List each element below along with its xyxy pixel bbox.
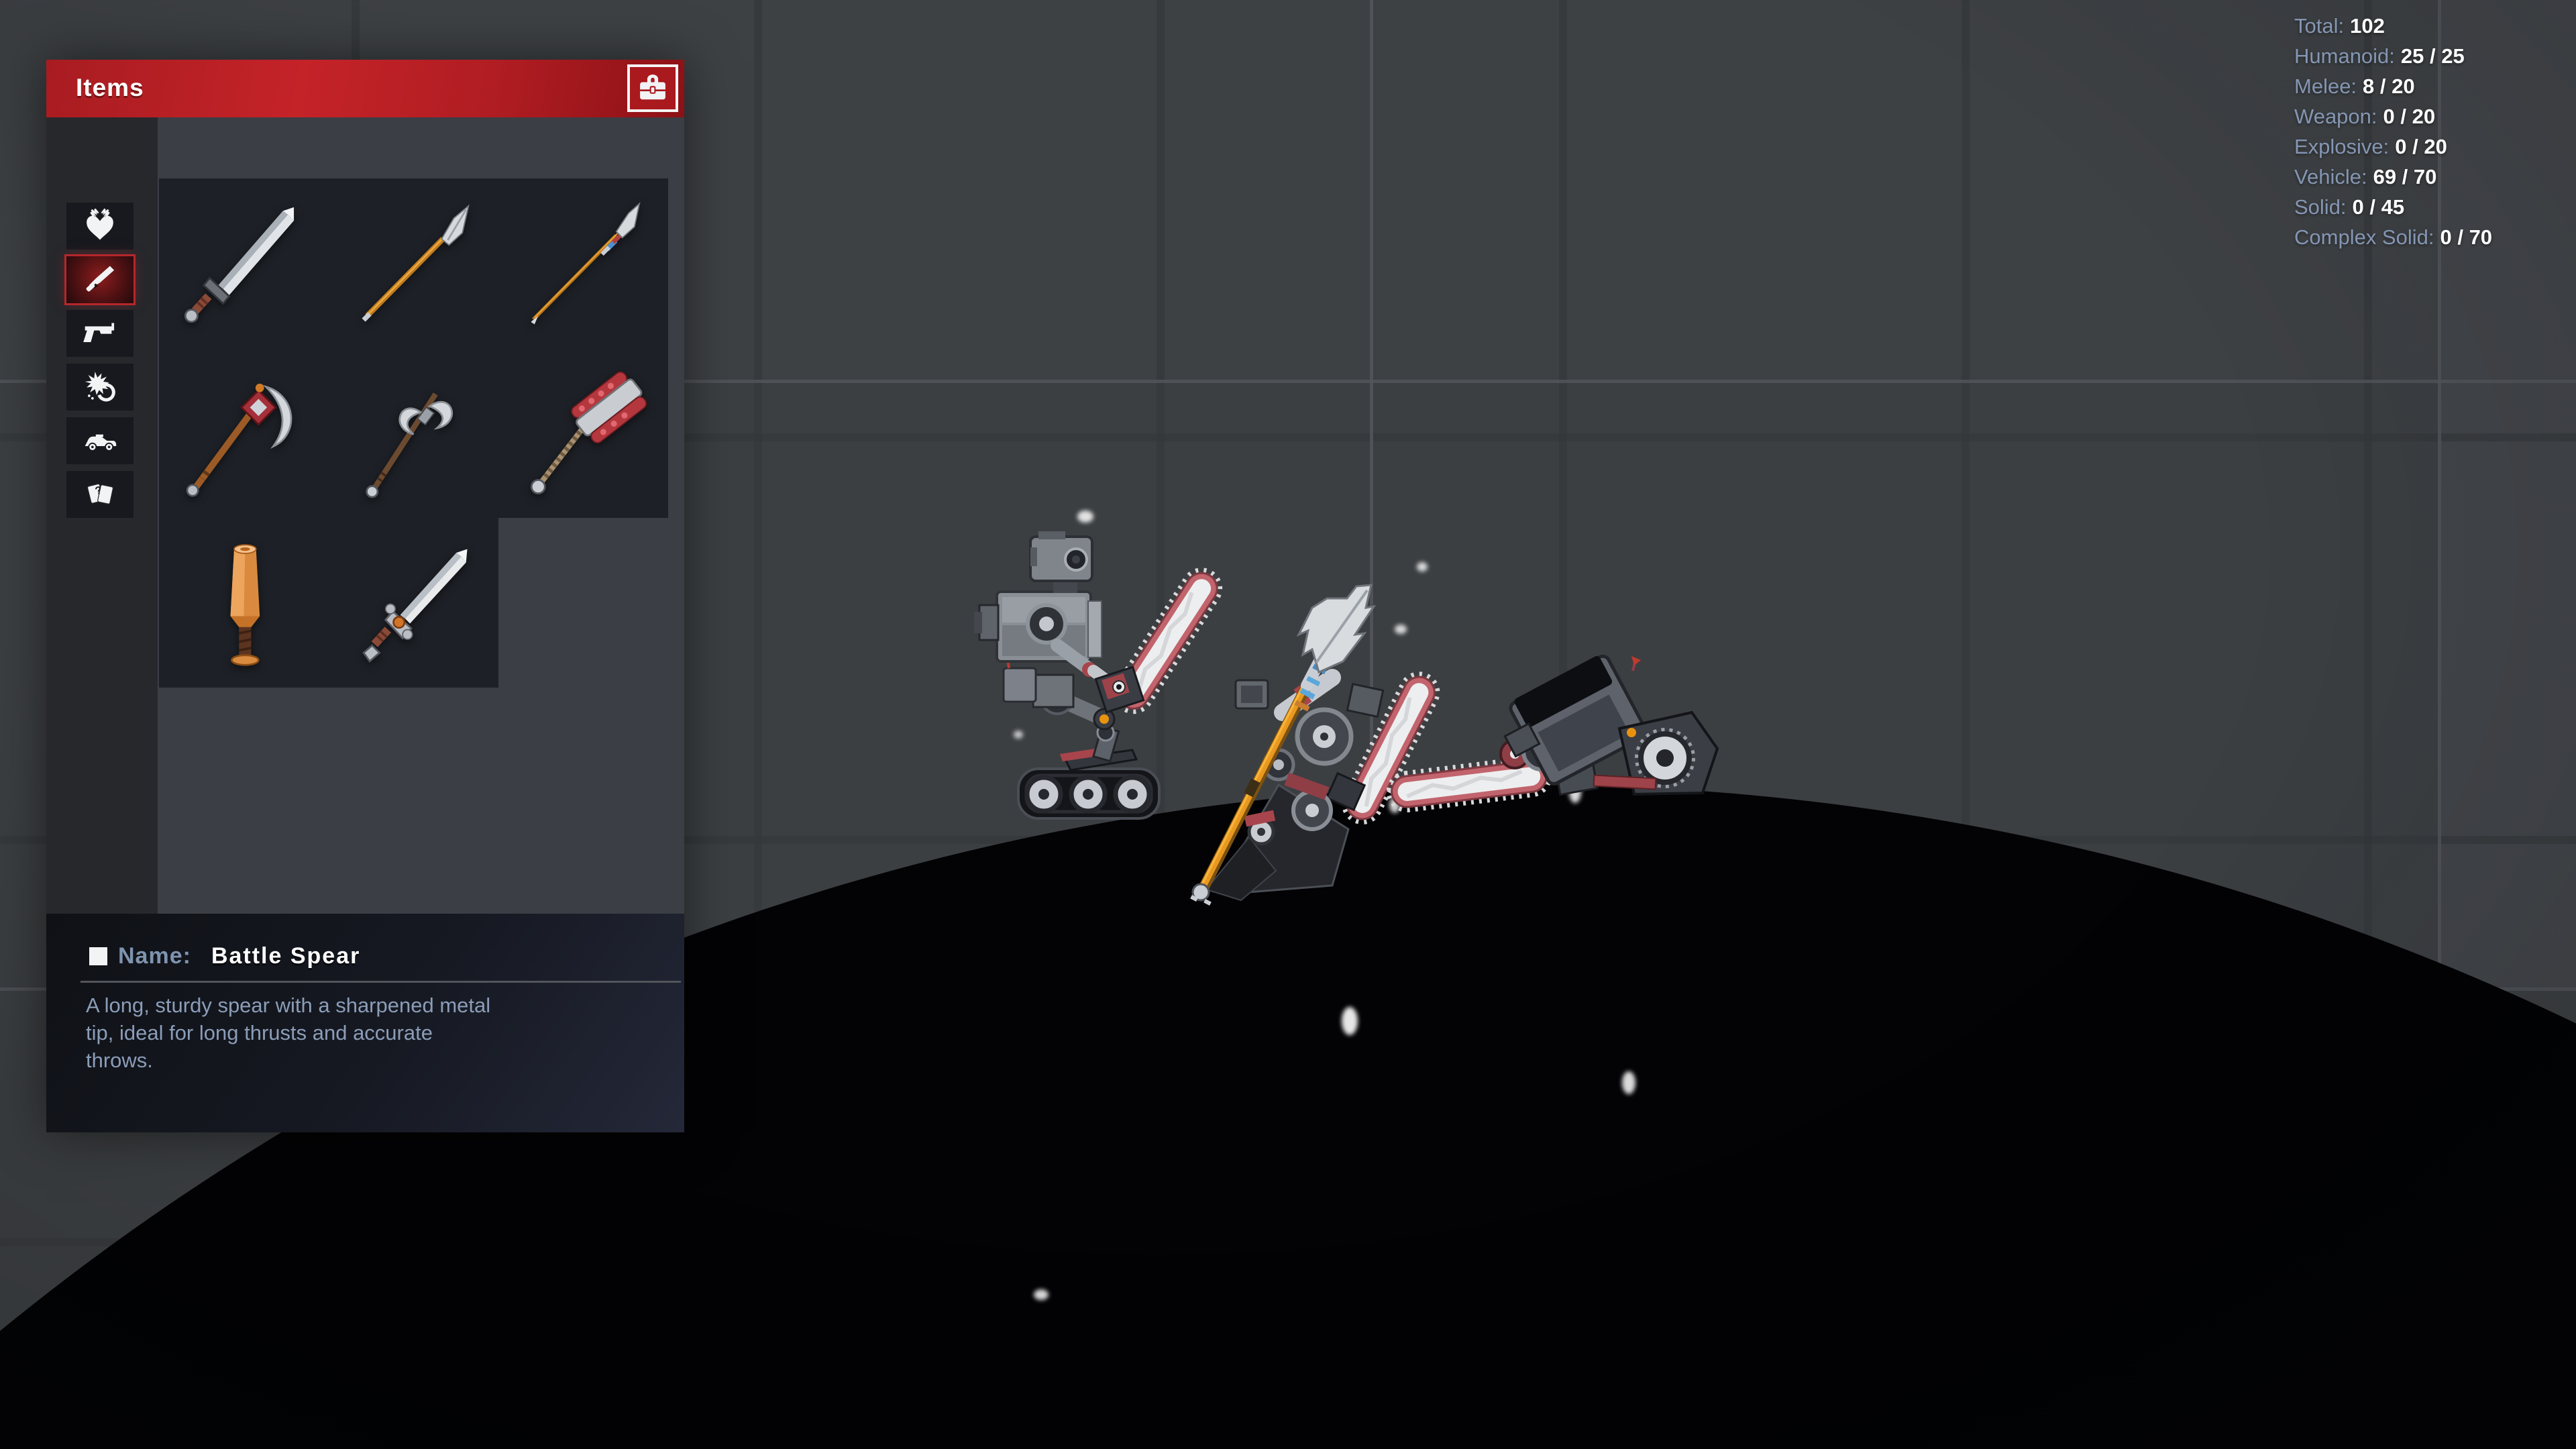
object-count-stats: Total:102 Humanoid:25 / 25 Melee:8 / 20 … [2294,11,2492,252]
item-description: A long, sturdy spear with a sharpened me… [86,991,669,1074]
item-slot-short-sword[interactable] [329,518,498,688]
item-slot-wooden-bat[interactable] [159,518,329,688]
window-title: Items [76,74,144,102]
chainsaw-left [1095,564,1226,718]
name-label: Name: [118,943,191,969]
stat-line: Melee:8 / 20 [2294,71,2492,101]
cards-icon: ? [79,476,121,513]
item-slot-battle-spear[interactable] [498,178,668,348]
items-window-body: ? [46,117,684,914]
spear-icon [337,186,491,341]
longsword-icon [167,186,321,341]
stat-line: Complex Solid:0 / 70 [2294,222,2492,252]
item-slot-longsword[interactable] [159,178,329,348]
category-sidebar: ? [46,117,158,914]
war-hammer-icon [506,356,661,511]
explosion-icon [79,369,121,405]
category-misc[interactable]: ? [66,471,133,518]
battle-axe-icon [167,356,321,511]
item-slot-spear[interactable] [329,178,498,348]
item-detail-panel: Name: Battle Spear A long, sturdy spear … [46,914,684,1132]
stat-line: Vehicle:69 / 70 [2294,162,2492,192]
tracked-robot-left[interactable] [974,531,1226,818]
double-axe-icon [337,356,491,511]
category-living[interactable] [66,203,133,250]
heart-wings-icon [79,208,121,244]
items-window-header: Items [46,60,684,117]
item-slot-battle-axe[interactable] [159,348,329,518]
category-firearms[interactable] [66,310,133,357]
detail-divider [80,981,681,983]
stat-line: Total:102 [2294,11,2492,41]
tread-wheels [1027,777,1149,811]
item-name-value: Battle Spear [211,943,360,969]
items-window: Items [46,60,684,1132]
category-explosives[interactable] [66,364,133,411]
item-slot-war-hammer[interactable] [498,348,668,518]
stat-line: Weapon:0 / 20 [2294,101,2492,131]
item-slot-double-axe[interactable] [329,348,498,518]
robot-head [1030,531,1092,581]
short-sword-icon [337,526,491,680]
category-melee[interactable] [66,256,133,303]
pistol-icon [79,315,121,352]
item-name-row: Name: Battle Spear [89,943,360,969]
toolbox-icon [635,71,671,106]
game-viewport: Total:102 Humanoid:25 / 25 Melee:8 / 20 … [0,0,2576,1449]
battle-spear-icon [506,186,661,341]
wooden-bat-icon [167,526,321,680]
knife-icon [79,262,121,298]
toolbox-button[interactable] [627,64,678,112]
category-vehicles[interactable] [66,417,133,464]
name-bullet-square [89,947,107,965]
stat-line: Solid:0 / 45 [2294,192,2492,222]
car-icon [79,423,121,459]
stat-line: Humanoid:25 / 25 [2294,41,2492,71]
stat-line: Explosive:0 / 20 [2294,131,2492,162]
